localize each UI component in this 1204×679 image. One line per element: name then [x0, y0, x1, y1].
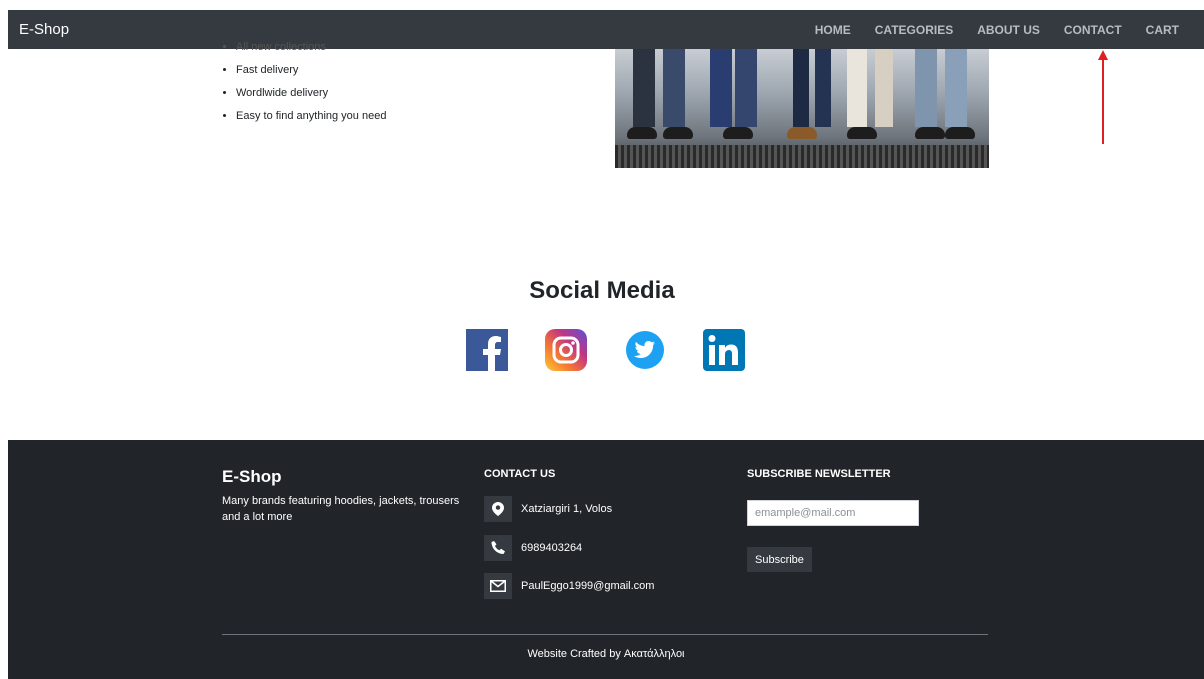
contact-phone: 6989403264 [484, 535, 582, 561]
nav-cart[interactable]: CART [1146, 23, 1179, 37]
email-text[interactable]: PaulEggo1999@gmail.com [521, 580, 654, 592]
footer: E-Shop Many brands featuring hoodies, ja… [8, 440, 1204, 679]
nav-home[interactable]: HOME [815, 23, 851, 37]
phone-text: 6989403264 [521, 542, 583, 554]
footer-divider [222, 634, 988, 635]
contact-email: PaulEggo1999@gmail.com [484, 573, 654, 599]
envelope-icon [484, 573, 512, 599]
features-list: All new collections Fast delivery Wordlw… [222, 36, 386, 128]
nav-about-us[interactable]: ABOUT US [977, 23, 1040, 37]
footer-description: Many brands featuring hoodies, jackets, … [222, 495, 460, 523]
navbar: E-Shop HOME CATEGORIES ABOUT US CONTACT … [8, 10, 1204, 49]
linkedin-icon[interactable] [703, 329, 745, 371]
phone-icon [484, 535, 512, 561]
twitter-icon[interactable] [624, 329, 666, 371]
annotation-arrow [1102, 58, 1104, 144]
location-pin-icon [484, 496, 512, 522]
newsletter-heading: SUBSCRIBE NEWSLETTER [747, 468, 891, 480]
facebook-icon[interactable] [466, 329, 508, 371]
footer-credit: Website Crafted by Ακατάλληλοι [527, 648, 685, 660]
instagram-icon[interactable] [545, 329, 587, 371]
hero-image [615, 49, 989, 168]
nav-links: HOME CATEGORIES ABOUT US CONTACT CART [791, 23, 1179, 37]
footer-brand: E-Shop [222, 467, 282, 486]
page-edge [0, 0, 8, 679]
feature-item: Easy to find anything you need [236, 105, 386, 128]
feature-item: All new collections [236, 36, 386, 59]
nav-contact[interactable]: CONTACT [1064, 23, 1122, 37]
newsletter-email-input[interactable] [747, 500, 919, 526]
feature-item: Fast delivery [236, 59, 386, 82]
contact-address: Xatziargiri 1, Volos [484, 496, 612, 522]
feature-item: Wordlwide delivery [236, 82, 386, 105]
nav-categories[interactable]: CATEGORIES [875, 23, 953, 37]
address-text: Xatziargiri 1, Volos [521, 503, 613, 515]
social-media-title: Social Media [529, 277, 675, 304]
brand-logo[interactable]: E-Shop [19, 21, 69, 38]
contact-heading: CONTACT US [484, 468, 556, 480]
subscribe-button[interactable]: Subscribe [747, 547, 812, 572]
